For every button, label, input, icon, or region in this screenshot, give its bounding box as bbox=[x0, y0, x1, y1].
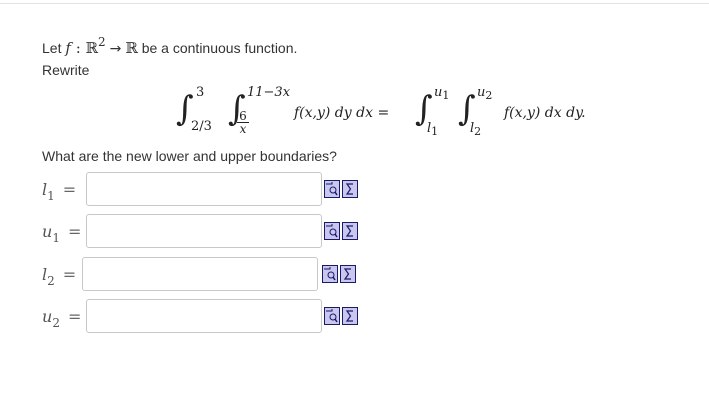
answer-tools-u2 bbox=[324, 307, 358, 325]
integrand-left: f(x,y) dy dx = bbox=[294, 105, 390, 121]
inner-upper-limit: 11−3x bbox=[247, 85, 291, 100]
answer-label-u2: u2 = bbox=[42, 307, 82, 330]
answer-tools-l1 bbox=[324, 180, 358, 198]
subprompt: What are the new lower and upper boundar… bbox=[42, 148, 337, 164]
codomain-set: ℝ bbox=[125, 39, 138, 57]
formula-editor-icon[interactable] bbox=[342, 222, 358, 240]
new-inner-lower-limit: l2 bbox=[470, 121, 482, 139]
new-outer-lower-limit: l1 bbox=[427, 121, 439, 139]
answer-label-l1: l1 = bbox=[42, 180, 77, 203]
formula-editor-icon[interactable] bbox=[342, 180, 358, 198]
formula-editor-icon[interactable] bbox=[342, 307, 358, 325]
question-text: Let f : ℝ2 → ℝ be a continuous function. R… bbox=[42, 35, 298, 81]
preview-icon[interactable] bbox=[324, 222, 340, 240]
answer-input-u1[interactable] bbox=[86, 214, 322, 248]
maps-to-arrow: → bbox=[109, 41, 122, 57]
preview-icon[interactable] bbox=[324, 180, 340, 198]
answer-input-u2[interactable] bbox=[86, 299, 322, 333]
intro-prefix: Let bbox=[42, 40, 66, 56]
preview-icon[interactable] bbox=[322, 265, 338, 283]
colon: : bbox=[70, 39, 86, 57]
answer-row-u1: u1 = bbox=[42, 214, 372, 250]
intro-suffix: be a continuous function. bbox=[137, 40, 298, 56]
answer-input-l1[interactable] bbox=[86, 172, 322, 206]
answer-label-l2: l2 = bbox=[42, 265, 77, 288]
answer-row-l2: l2 = bbox=[42, 257, 372, 293]
outer-lower-limit: 2/3 bbox=[191, 119, 212, 134]
domain-set: ℝ bbox=[85, 39, 98, 57]
rewrite-label: Rewrite bbox=[42, 62, 90, 78]
answer-input-l2[interactable] bbox=[82, 257, 318, 291]
answer-row-u2: u2 = bbox=[42, 299, 372, 335]
preview-icon[interactable] bbox=[324, 307, 340, 325]
answer-tools-l2 bbox=[322, 265, 356, 283]
answer-tools-u1 bbox=[324, 222, 358, 240]
new-outer-upper-limit: u1 bbox=[434, 85, 450, 103]
top-divider bbox=[0, 3, 709, 4]
fraction-denominator: x bbox=[239, 122, 247, 136]
integral-equation: ∫ 3 2/3 ∫ 11−3x 6 x f(x,y) dy dx = ∫ u1 … bbox=[176, 84, 616, 144]
question-intro-line: Let f : ℝ2 → ℝ be a continuous function. bbox=[42, 35, 298, 60]
domain-exponent: 2 bbox=[97, 35, 106, 49]
answer-label-u1: u1 = bbox=[42, 222, 82, 245]
outer-upper-limit: 3 bbox=[196, 85, 205, 100]
fraction-numerator: 6 bbox=[239, 109, 247, 123]
formula-editor-icon[interactable] bbox=[340, 265, 356, 283]
new-inner-upper-limit: u2 bbox=[477, 85, 493, 103]
answer-row-l1: l1 = bbox=[42, 172, 372, 208]
inner-lower-fraction: 6 x bbox=[237, 110, 249, 135]
integrand-right: f(x,y) dx dy. bbox=[504, 105, 586, 121]
